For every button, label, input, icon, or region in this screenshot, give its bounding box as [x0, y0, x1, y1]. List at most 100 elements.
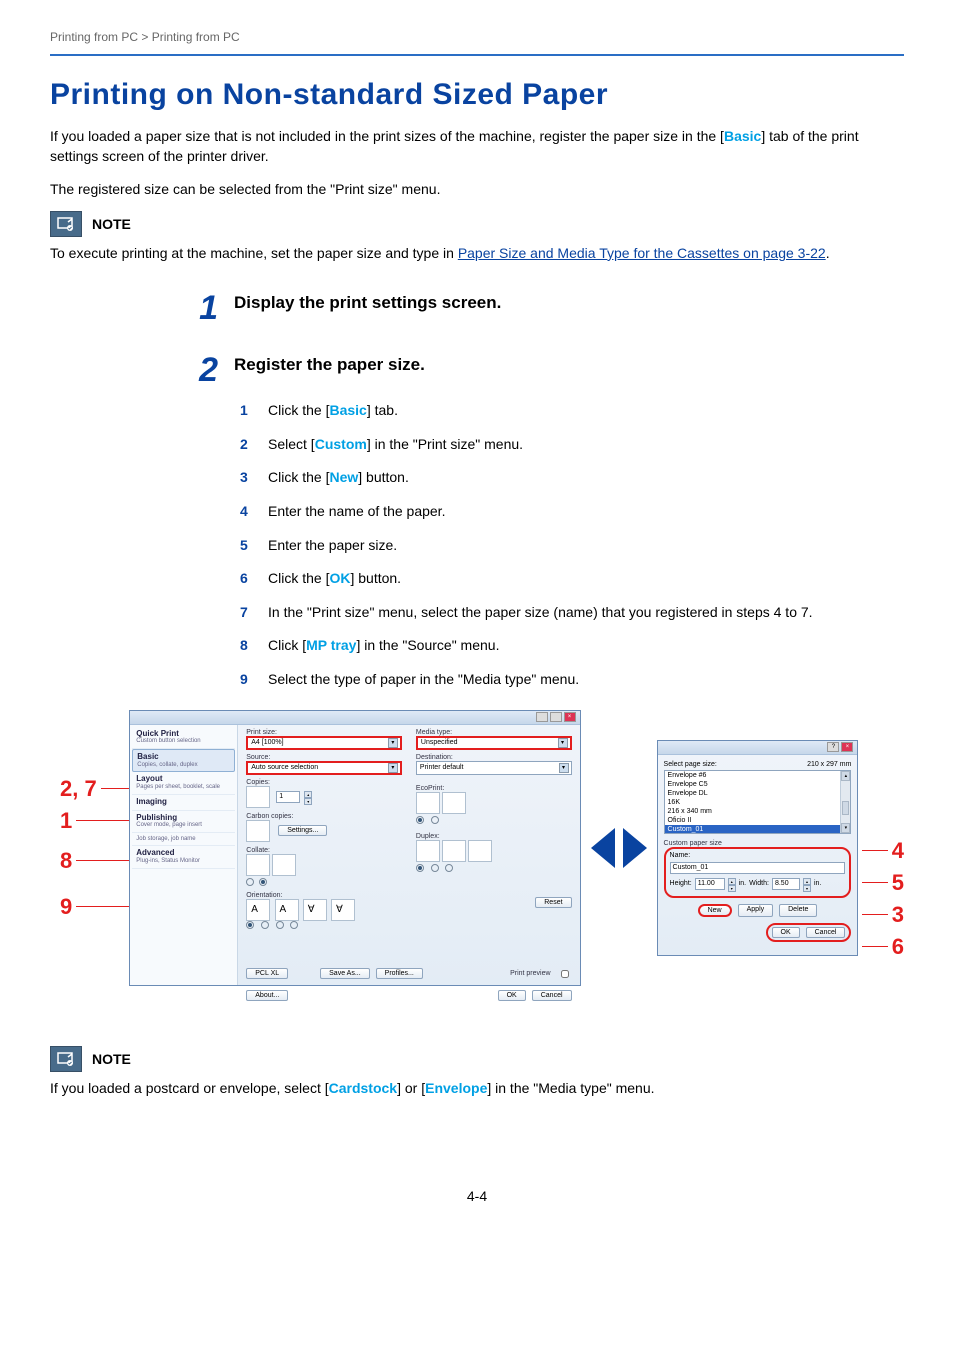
close-button[interactable]: × — [564, 712, 576, 722]
dest-combo[interactable]: Printer default▾ — [416, 761, 572, 775]
help-button[interactable]: ? — [827, 742, 839, 752]
envelope-link: Envelope — [425, 1080, 487, 1096]
list-item[interactable]: 216 x 340 mm — [665, 807, 851, 816]
nav-job[interactable]: Job storage, job name — [132, 833, 235, 847]
saveas-button[interactable]: Save As... — [320, 968, 370, 979]
step-2-title: Register the paper size. — [234, 355, 425, 375]
dup-long-icon[interactable] — [442, 840, 466, 862]
substep-6: 6 Click the [OK] button. — [240, 569, 904, 589]
highlighted-custom-area: Name: Custom_01 Height: 11.00 ▴▾ in. Wid… — [664, 847, 852, 898]
orient-rot2-icon[interactable]: Ɐ — [331, 899, 355, 921]
apply-button[interactable]: Apply — [738, 904, 774, 917]
settings-button[interactable]: Settings... — [278, 825, 327, 836]
width-spinner[interactable]: ▴▾ — [803, 878, 811, 890]
or2[interactable] — [261, 921, 269, 929]
or4[interactable] — [290, 921, 298, 929]
dup1[interactable] — [416, 864, 424, 872]
eco-on-icon[interactable] — [442, 792, 466, 814]
print-size-label: Print size: — [246, 729, 402, 736]
t: Basic — [137, 753, 230, 762]
page-size-list[interactable]: Envelope #6 Envelope C5 Envelope DL 16K … — [664, 770, 852, 834]
height-input[interactable]: 11.00 — [695, 878, 725, 890]
cancel-button[interactable]: Cancel — [532, 990, 572, 1001]
copies-input[interactable]: 1 — [276, 791, 300, 803]
height-spinner[interactable]: ▴▾ — [728, 878, 736, 890]
t: ] button. — [358, 469, 409, 485]
nav-layout[interactable]: LayoutPages per sheet, booklet, scale — [132, 772, 235, 794]
source-label: Source: — [246, 754, 402, 761]
callout-3: 3 — [892, 902, 904, 928]
t: Enter the name of the paper. — [268, 502, 445, 522]
scroll-up-icon[interactable]: ▴ — [841, 771, 850, 781]
pcl-button[interactable]: PCL XL — [246, 968, 288, 979]
callout-6: 6 — [892, 934, 904, 960]
new-button[interactable]: New — [698, 904, 732, 917]
collate-radio1[interactable] — [246, 878, 254, 886]
v: Printer default — [420, 764, 464, 771]
media-combo[interactable]: Unspecified▾ — [416, 736, 572, 750]
note-body-1: To execute printing at the machine, set … — [50, 243, 904, 263]
step-1-title: Display the print settings screen. — [234, 293, 501, 313]
note-label: NOTE — [92, 216, 131, 232]
breadcrumb: Printing from PC > Printing from PC — [50, 30, 904, 56]
list-item[interactable]: Envelope DL — [665, 789, 851, 798]
delete-button[interactable]: Delete — [779, 904, 817, 917]
reset-button[interactable]: Reset — [535, 897, 571, 908]
profiles-button[interactable]: Profiles... — [376, 968, 423, 979]
close-button[interactable]: × — [841, 742, 853, 752]
carbon-icon — [246, 820, 270, 842]
scroll-thumb[interactable] — [842, 801, 849, 815]
or1[interactable] — [246, 921, 254, 929]
width-input[interactable]: 8.50 — [772, 878, 800, 890]
preview-checkbox[interactable] — [561, 970, 569, 978]
maximize-button[interactable] — [550, 712, 562, 722]
new-link: New — [329, 469, 358, 485]
or3[interactable] — [276, 921, 284, 929]
list-item-selected[interactable]: Custom_01 — [665, 825, 851, 834]
orient-rot1-icon[interactable]: Ɐ — [303, 899, 327, 921]
nav-advanced[interactable]: AdvancedPlug-ins, Status Monitor — [132, 846, 235, 868]
nav-basic[interactable]: BasicCopies, collate, duplex — [132, 749, 235, 772]
ok-button-2[interactable]: OK — [772, 927, 800, 938]
orient-landscape-icon[interactable]: A — [275, 899, 299, 921]
source-combo[interactable]: Auto source selection▾ — [246, 761, 402, 775]
about-button[interactable]: About... — [246, 990, 288, 1001]
substep-list: 1 Click the [Basic] tab. 2 Select [Custo… — [240, 401, 904, 689]
cancel-button-2[interactable]: Cancel — [806, 927, 846, 938]
scrollbar[interactable]: ▴ ▾ — [840, 771, 850, 833]
substep-9: 9 Select the type of paper in the "Media… — [240, 670, 904, 690]
eco2[interactable] — [431, 816, 439, 824]
eco-off-icon[interactable] — [416, 792, 440, 814]
nav-publishing[interactable]: PublishingCover mode, page insert — [132, 811, 235, 833]
list-item[interactable]: Oficio II — [665, 816, 851, 825]
dup-short-icon[interactable] — [468, 840, 492, 862]
t: If you loaded a postcard or envelope, se… — [50, 1080, 329, 1096]
t: Imaging — [136, 798, 231, 807]
collate-radio2[interactable] — [259, 878, 267, 886]
intro-pre: If you loaded a paper size that is not i… — [50, 128, 724, 144]
collate-on-icon[interactable] — [246, 854, 270, 876]
list-item[interactable]: Envelope C5 — [665, 780, 851, 789]
nav-quick-print[interactable]: Quick PrintCustom button selection — [132, 727, 235, 749]
nav-imaging[interactable]: Imaging — [132, 795, 235, 811]
substep-3: 3 Click the [New] button. — [240, 468, 904, 488]
eco1[interactable] — [416, 816, 424, 824]
ok-button[interactable]: OK — [498, 990, 526, 1001]
substep-num: 5 — [240, 536, 254, 556]
dup3[interactable] — [445, 864, 453, 872]
substep-8: 8 Click [MP tray] in the "Source" menu. — [240, 636, 904, 656]
print-size-combo[interactable]: A4 [100%]▾ — [246, 736, 402, 750]
orient-portrait-icon[interactable]: A — [246, 899, 270, 921]
paper-size-link[interactable]: Paper Size and Media Type for the Casset… — [458, 245, 826, 261]
minimize-button[interactable] — [536, 712, 548, 722]
note-icon — [50, 1046, 82, 1072]
collate-off-icon[interactable] — [272, 854, 296, 876]
copies-spinner[interactable]: ▴▾ — [304, 791, 312, 803]
unit2: in. — [814, 880, 821, 887]
list-item[interactable]: 16K — [665, 798, 851, 807]
list-item[interactable]: Envelope #6 — [665, 771, 851, 780]
dup2[interactable] — [431, 864, 439, 872]
scroll-down-icon[interactable]: ▾ — [841, 823, 850, 833]
dup-off-icon[interactable] — [416, 840, 440, 862]
name-input[interactable]: Custom_01 — [670, 862, 846, 874]
